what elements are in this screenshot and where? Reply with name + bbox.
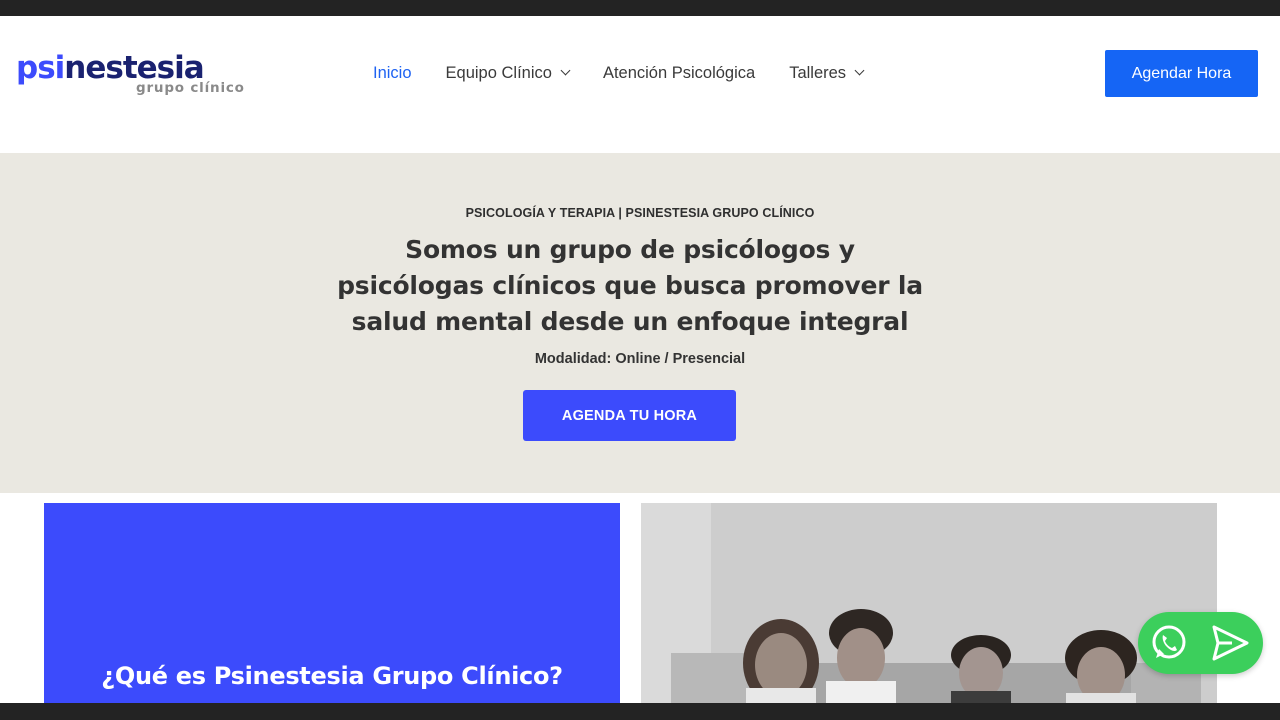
about-heading: ¿Qué es Psinestesia Grupo Clínico? bbox=[101, 662, 563, 690]
team-photo-illustration bbox=[641, 503, 1217, 703]
hero-eyebrow: PSICOLOGÍA Y TERAPIA | PSINESTESIA GRUPO… bbox=[465, 206, 815, 220]
whatsapp-icon bbox=[1152, 625, 1186, 659]
nav-item-atencion-psicologica[interactable]: Atención Psicológica bbox=[603, 64, 755, 83]
main-nav: Inicio Equipo Clínico Atención Psicológi… bbox=[373, 62, 865, 84]
chevron-down-icon bbox=[854, 65, 865, 76]
site-logo[interactable]: psinestesia grupo clínico bbox=[16, 50, 256, 110]
nav-item-label: Inicio bbox=[373, 63, 412, 82]
send-icon bbox=[1212, 625, 1249, 661]
chevron-down-icon bbox=[560, 65, 571, 76]
hero-subtitle: Modalidad: Online / Presencial bbox=[534, 351, 746, 367]
nav-item-talleres[interactable]: Talleres bbox=[789, 63, 865, 83]
nav-item-inicio[interactable]: Inicio bbox=[373, 64, 412, 83]
agendar-hora-button[interactable]: Agendar Hora bbox=[1105, 50, 1258, 97]
about-panel: ¿Qué es Psinestesia Grupo Clínico? bbox=[44, 503, 620, 703]
nav-item-label: Atención Psicológica bbox=[602, 63, 756, 82]
logo-prefix: psi bbox=[16, 50, 65, 86]
top-bar bbox=[0, 0, 1280, 16]
hero-title: Somos un grupo de psicólogos y psicóloga… bbox=[337, 235, 923, 336]
nav-item-label: Talleres bbox=[789, 63, 847, 82]
nav-item-label: Equipo Clínico bbox=[445, 63, 552, 82]
bottom-bar bbox=[0, 703, 1280, 720]
logo-tagline: grupo clínico bbox=[136, 80, 245, 96]
agenda-tu-hora-button[interactable]: AGENDA TU HORA bbox=[523, 390, 736, 441]
nav-item-equipo-clinico[interactable]: Equipo Clínico bbox=[445, 63, 571, 83]
whatsapp-chat-widget[interactable] bbox=[1138, 612, 1263, 674]
hero-section: PSICOLOGÍA Y TERAPIA | PSINESTESIA GRUPO… bbox=[0, 153, 1280, 493]
team-photo bbox=[641, 503, 1217, 703]
site-header: psinestesia grupo clínico Inicio Equipo … bbox=[0, 16, 1280, 153]
